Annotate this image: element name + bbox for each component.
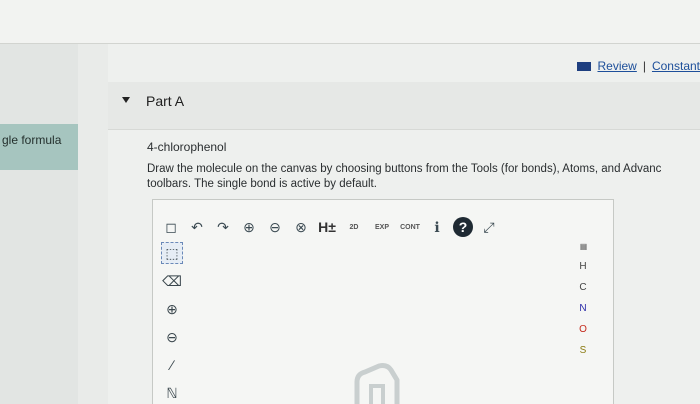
compound-name: 4-chlorophenol: [147, 140, 227, 154]
top-bar: [0, 0, 700, 44]
atom-c-button[interactable]: C: [579, 282, 586, 293]
periodic-table-icon[interactable]: ▦: [580, 242, 588, 251]
single-bond-icon[interactable]: ∕: [161, 354, 183, 376]
new-icon[interactable]: ◻: [161, 217, 181, 237]
expand-icon[interactable]: ⤢: [479, 217, 499, 237]
atom-n-button[interactable]: N: [579, 303, 586, 314]
zoom-fit-icon[interactable]: ⊗: [291, 217, 311, 237]
header-links: Review | Constant: [577, 59, 700, 73]
atom-h-button[interactable]: H: [579, 261, 586, 272]
explicit-hydrogens-button[interactable]: H±: [317, 217, 337, 237]
chain-icon[interactable]: ℕ: [161, 382, 183, 404]
eraser-icon[interactable]: ⌫: [161, 270, 183, 292]
zoom-in-icon[interactable]: ⊕: [239, 217, 259, 237]
negative-charge-icon[interactable]: ⊖: [161, 326, 183, 348]
zoom-out-icon[interactable]: ⊖: [265, 217, 285, 237]
molecule-editor[interactable]: ◻ ↶ ↷ ⊕ ⊖ ⊗ H± 2D EXP CONT ℹ ? ⤢ ⬚ ⌫ ⊕ ⊖…: [152, 199, 614, 404]
contract-button[interactable]: CONT: [399, 217, 421, 237]
question-line-2: toolbars. The single bond is active by d…: [147, 178, 377, 190]
part-header[interactable]: Part A: [108, 82, 700, 130]
question-line-1: Draw the molecule on the canvas by choos…: [147, 163, 662, 175]
part-title: Part A: [146, 93, 185, 109]
clean-2d-button[interactable]: 2D: [343, 217, 365, 237]
hand-cursor-icon: [354, 363, 400, 404]
atoms-toolbar: ▦ H C N O S: [565, 242, 601, 404]
link-separator: |: [642, 59, 646, 73]
help-icon[interactable]: ?: [453, 217, 473, 237]
review-link[interactable]: Review: [597, 59, 636, 73]
expand-button[interactable]: EXP: [371, 217, 393, 237]
sidebar-item-single-formula[interactable]: gle formula: [0, 124, 78, 170]
atom-s-button[interactable]: S: [580, 345, 587, 356]
tools-toolbar: ⬚ ⌫ ⊕ ⊖ ∕ ℕ: [159, 242, 185, 404]
left-panel: [0, 44, 78, 404]
question-text: Draw the molecule on the canvas by choos…: [147, 162, 700, 192]
undo-icon[interactable]: ↶: [187, 217, 207, 237]
constants-link[interactable]: Constant: [652, 59, 700, 73]
book-icon: [577, 61, 592, 71]
select-tool-icon[interactable]: ⬚: [161, 242, 183, 264]
info-icon[interactable]: ℹ: [427, 217, 447, 237]
editor-toolbar: ◻ ↶ ↷ ⊕ ⊖ ⊗ H± 2D EXP CONT ℹ ? ⤢: [161, 214, 499, 240]
positive-charge-icon[interactable]: ⊕: [161, 298, 183, 320]
redo-icon[interactable]: ↷: [213, 217, 233, 237]
sidebar-item-label: gle formula: [2, 133, 62, 147]
chevron-down-icon: [122, 97, 130, 103]
atom-o-button[interactable]: O: [579, 324, 587, 335]
